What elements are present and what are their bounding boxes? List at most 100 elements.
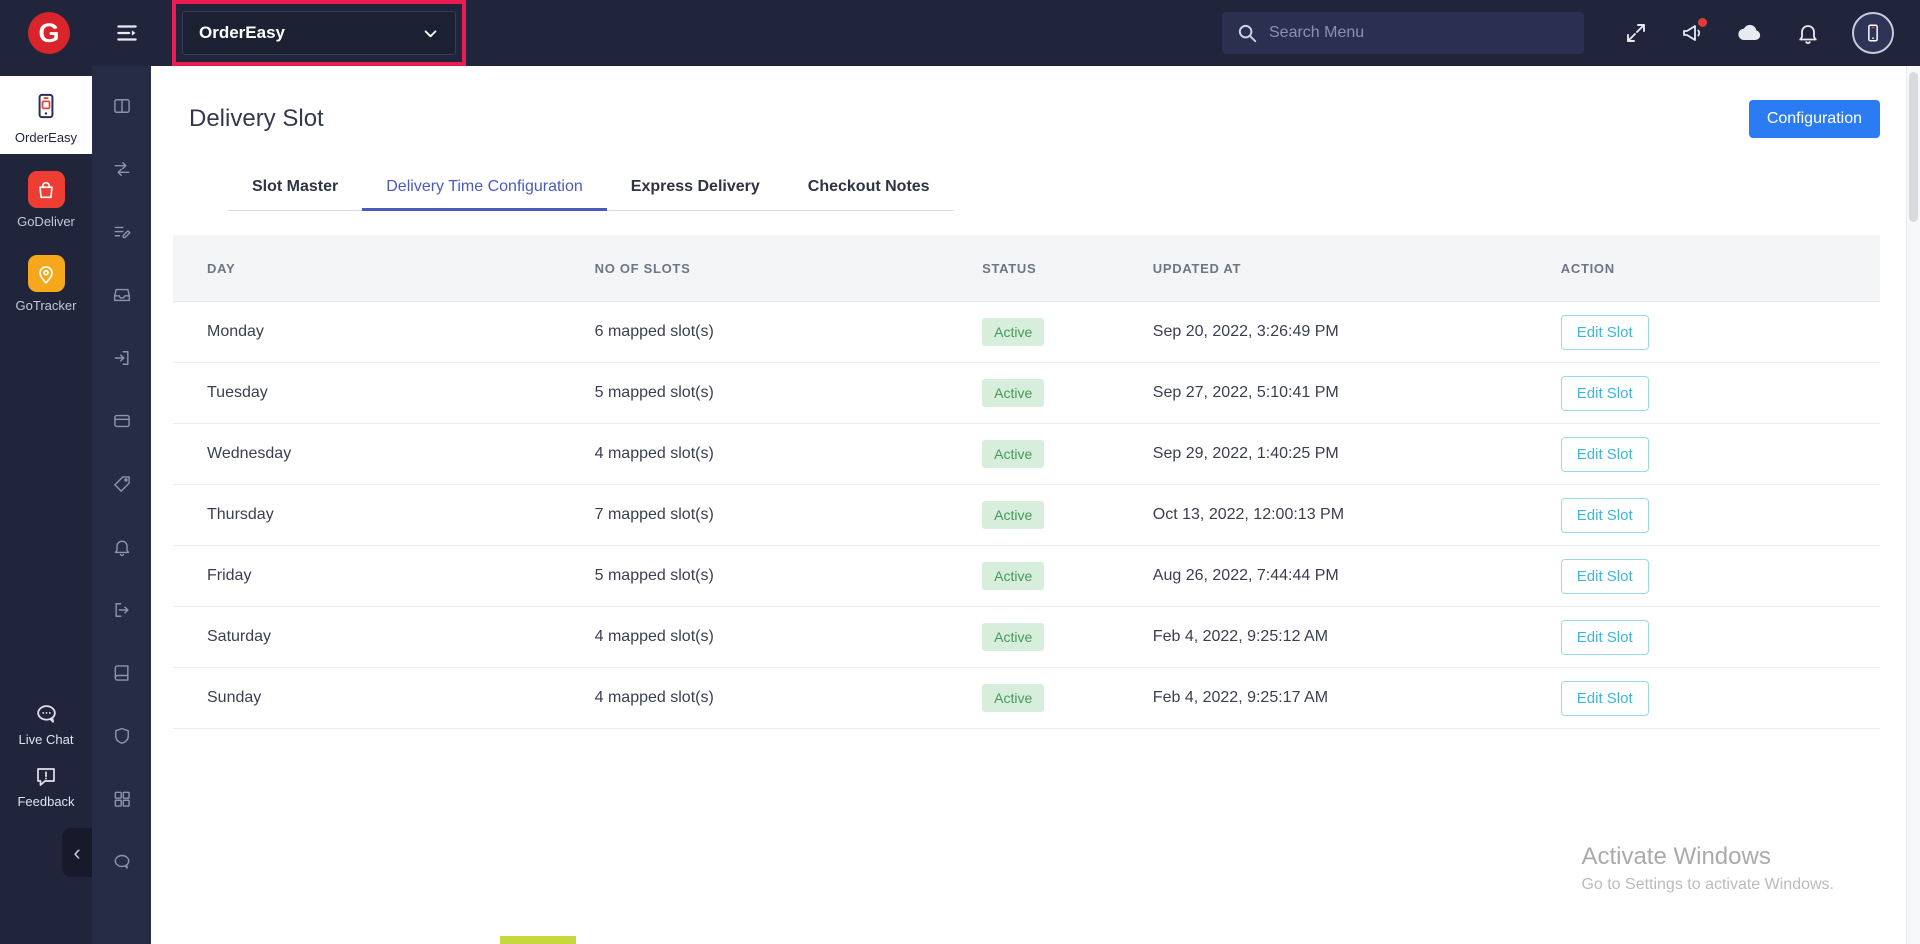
updated-at-cell: Feb 4, 2022, 9:25:17 AM: [1153, 689, 1561, 707]
task-edit-icon[interactable]: [92, 200, 151, 263]
table-body: Monday 6 mapped slot(s) Active Sep 20, 2…: [173, 302, 1880, 729]
topbar-actions: [1624, 12, 1894, 54]
gotracker-pin-icon: [28, 255, 65, 292]
page-scrollbar[interactable]: [1906, 66, 1920, 944]
godeliver-bag-icon: [28, 171, 65, 208]
header-day: DAY: [173, 261, 595, 276]
edit-slot-button[interactable]: Edit Slot: [1561, 620, 1649, 655]
delivery-slots-table: DAY NO OF SLOTS STATUS UPDATED AT ACTION…: [173, 235, 1880, 729]
cloud-icon: [1736, 19, 1764, 47]
chevron-down-icon: [422, 25, 439, 42]
updated-at-cell: Sep 20, 2022, 3:26:49 PM: [1153, 323, 1561, 341]
day-cell: Thursday: [173, 506, 595, 524]
columns-icon[interactable]: [92, 74, 151, 137]
status-badge: Active: [982, 562, 1044, 590]
windows-activation-watermark: Activate Windows Go to Settings to activ…: [1581, 843, 1834, 894]
live-chat-icon: [34, 702, 59, 727]
status-badge: Active: [982, 440, 1044, 468]
book-icon[interactable]: [92, 641, 151, 704]
announcements-button[interactable]: [1680, 21, 1704, 45]
header-updated-at: UPDATED AT: [1153, 261, 1561, 276]
tab-express-delivery[interactable]: Express Delivery: [607, 178, 784, 210]
user-avatar[interactable]: [1852, 12, 1894, 54]
tab-bar: Slot Master Delivery Time Configuration …: [228, 178, 954, 211]
content-area: Delivery Slot Configuration Slot Master …: [151, 66, 1920, 944]
tab-slot-master[interactable]: Slot Master: [228, 178, 362, 210]
day-cell: Monday: [173, 323, 595, 341]
table-row: Sunday 4 mapped slot(s) Active Feb 4, 20…: [173, 668, 1880, 729]
watermark-line1: Activate Windows: [1581, 843, 1834, 871]
transfer-arrows-icon[interactable]: [92, 137, 151, 200]
slots-cell: 4 mapped slot(s): [595, 628, 982, 646]
app-switcher-dropdown[interactable]: OrderEasy: [182, 11, 456, 55]
avatar-phone-icon: [1862, 22, 1884, 44]
updated-at-cell: Aug 26, 2022, 7:44:44 PM: [1153, 567, 1561, 585]
slots-cell: 4 mapped slot(s): [595, 689, 982, 707]
sidebar-app-godeliver[interactable]: GoDeliver: [0, 160, 92, 238]
day-cell: Wednesday: [173, 445, 595, 463]
sidebar-app-ordereasy[interactable]: OrderEasy: [0, 76, 92, 154]
shield-icon[interactable]: [92, 704, 151, 767]
edit-slot-button[interactable]: Edit Slot: [1561, 437, 1649, 472]
module-icon-rail: [92, 66, 151, 944]
brand-logo-letter: G: [38, 18, 59, 49]
updated-at-cell: Sep 29, 2022, 1:40:25 PM: [1153, 445, 1561, 463]
sign-in-icon[interactable]: [92, 326, 151, 389]
fullscreen-button[interactable]: [1624, 21, 1648, 45]
search-icon: [1236, 22, 1258, 44]
edit-slot-button[interactable]: Edit Slot: [1561, 681, 1649, 716]
edit-slot-button[interactable]: Edit Slot: [1561, 559, 1649, 594]
main-layout: OrderEasy GoDeliver GoTracker: [0, 66, 1920, 944]
live-chat-label: Live Chat: [19, 732, 74, 747]
brand-logo[interactable]: G: [28, 12, 70, 54]
updated-at-cell: Feb 4, 2022, 9:25:12 AM: [1153, 628, 1561, 646]
watermark-line2: Go to Settings to activate Windows.: [1581, 876, 1834, 894]
inbox-icon[interactable]: [92, 263, 151, 326]
global-search[interactable]: [1222, 12, 1584, 54]
edit-slot-button[interactable]: Edit Slot: [1561, 498, 1649, 533]
grid-icon[interactable]: [92, 767, 151, 830]
bell-icon[interactable]: [92, 515, 151, 578]
tab-delivery-time-configuration[interactable]: Delivery Time Configuration: [362, 178, 607, 210]
status-badge: Active: [982, 379, 1044, 407]
feedback-button[interactable]: Feedback: [0, 765, 92, 809]
fullscreen-icon: [1624, 21, 1648, 45]
bottom-edge-artifact: [500, 936, 576, 944]
sidebar-app-label: OrderEasy: [15, 130, 77, 145]
tab-checkout-notes[interactable]: Checkout Notes: [784, 178, 954, 210]
scrollbar-thumb[interactable]: [1909, 72, 1918, 222]
feedback-icon: [34, 765, 58, 789]
notifications-button[interactable]: [1796, 21, 1820, 45]
cloud-sync-button[interactable]: [1736, 19, 1764, 47]
sidebar-app-label: GoDeliver: [17, 214, 75, 229]
sidebar-menu-toggle[interactable]: [114, 20, 140, 46]
page-header: Delivery Slot Configuration: [173, 66, 1880, 138]
tag-icon[interactable]: [92, 452, 151, 515]
app-switcher-wrap: OrderEasy: [182, 11, 456, 55]
table-row: Saturday 4 mapped slot(s) Active Feb 4, …: [173, 607, 1880, 668]
sign-out-icon[interactable]: [92, 578, 151, 641]
slots-cell: 4 mapped slot(s): [595, 445, 982, 463]
sidebar-app-gotracker[interactable]: GoTracker: [0, 244, 92, 322]
edit-slot-button[interactable]: Edit Slot: [1561, 376, 1649, 411]
header-action: ACTION: [1561, 261, 1880, 276]
page-title: Delivery Slot: [189, 105, 324, 133]
sidebar-collapse-button[interactable]: ‹: [62, 828, 92, 877]
feedback-label: Feedback: [17, 794, 74, 809]
table-row: Wednesday 4 mapped slot(s) Active Sep 29…: [173, 424, 1880, 485]
status-badge: Active: [982, 501, 1044, 529]
chevron-left-icon: ‹: [73, 840, 80, 866]
card-icon[interactable]: [92, 389, 151, 452]
slots-cell: 6 mapped slot(s): [595, 323, 982, 341]
status-badge: Active: [982, 318, 1044, 346]
app-sidebar: OrderEasy GoDeliver GoTracker: [0, 66, 92, 944]
table-row: Thursday 7 mapped slot(s) Active Oct 13,…: [173, 485, 1880, 546]
day-cell: Sunday: [173, 689, 595, 707]
table-row: Friday 5 mapped slot(s) Active Aug 26, 2…: [173, 546, 1880, 607]
search-input[interactable]: [1269, 24, 1570, 42]
day-cell: Saturday: [173, 628, 595, 646]
edit-slot-button[interactable]: Edit Slot: [1561, 315, 1649, 350]
chat-icon[interactable]: [92, 830, 151, 893]
live-chat-button[interactable]: Live Chat: [0, 702, 92, 747]
configuration-button[interactable]: Configuration: [1749, 100, 1880, 138]
